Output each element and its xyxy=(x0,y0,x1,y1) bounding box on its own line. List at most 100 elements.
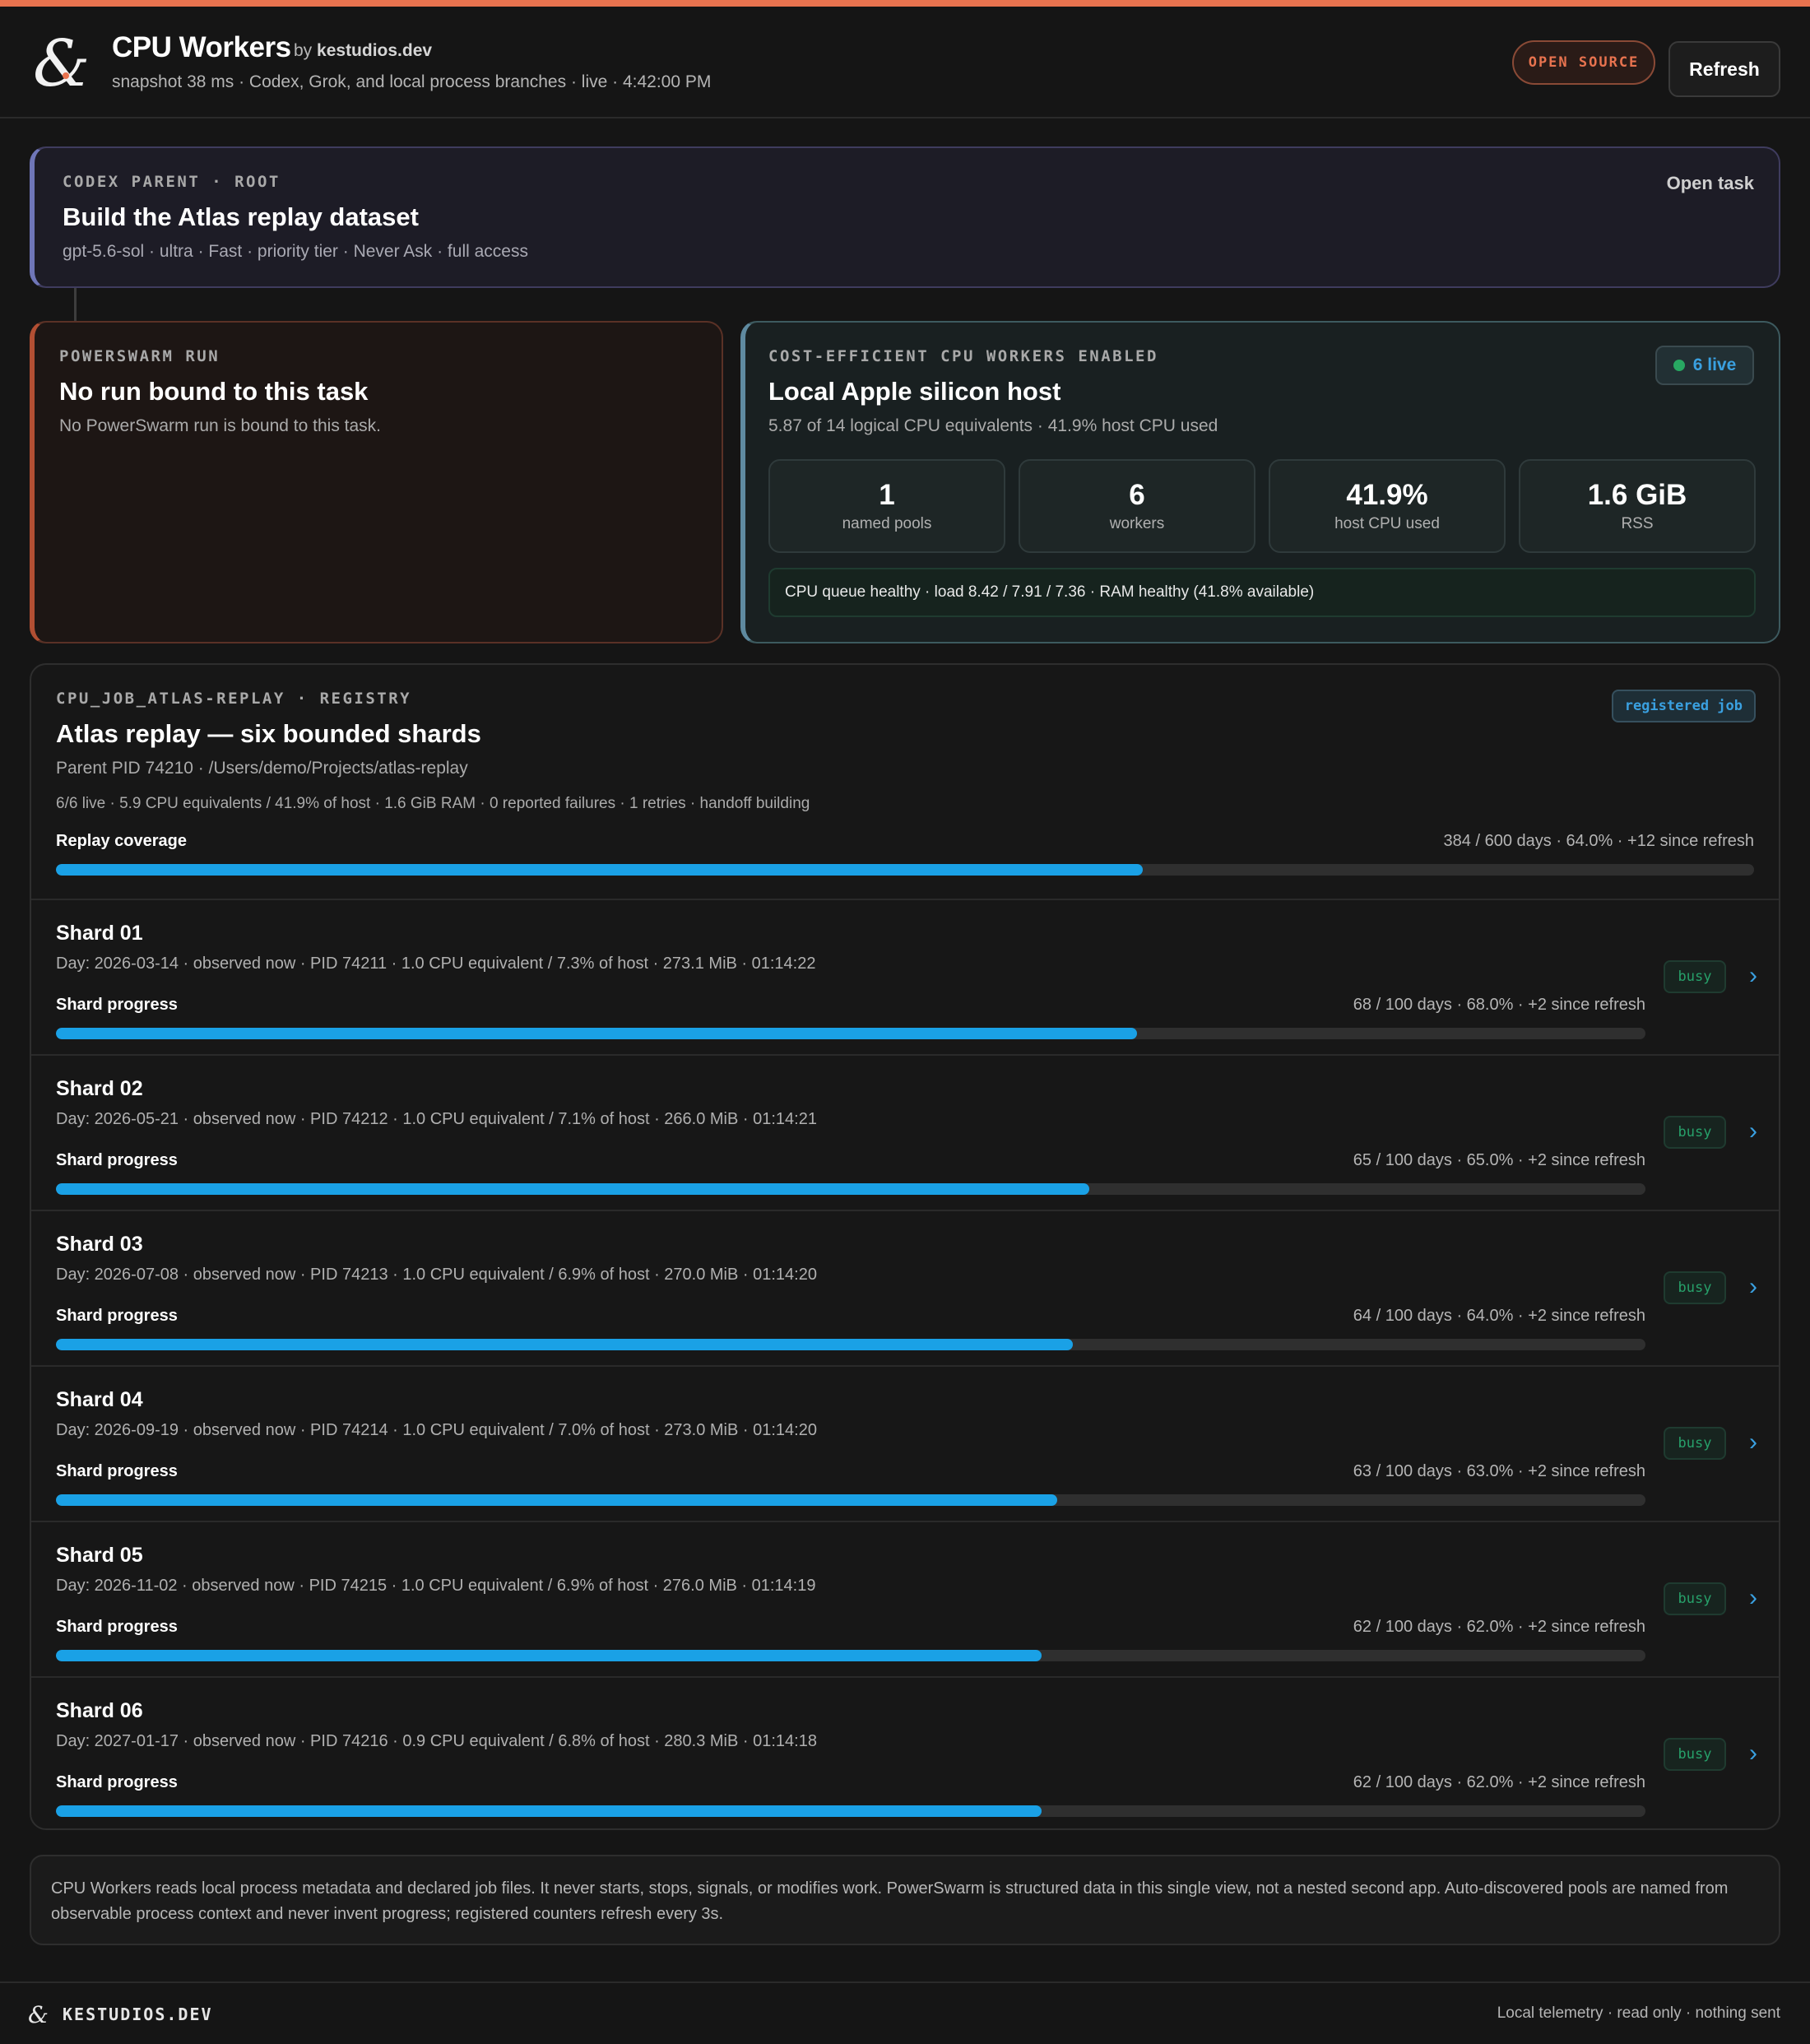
footer-brand[interactable]: KESTUDIOS.DEV xyxy=(63,2005,213,2024)
shard-row[interactable]: Shard 01 Day: 2026-03-14 · observed now ·… xyxy=(31,900,1779,1056)
refresh-button[interactable]: Refresh xyxy=(1668,41,1780,97)
shard-meta: Day: 2026-11-02 · observed now · PID 742… xyxy=(56,1577,816,1595)
app-footer: & KESTUDIOS.DEV Local telemetry · read o… xyxy=(0,1981,1810,2044)
shard-progress-label: Shard progress xyxy=(56,1462,178,1480)
stat-label: workers xyxy=(1109,515,1165,532)
shard-meta: Day: 2026-03-14 · observed now · PID 742… xyxy=(56,955,816,973)
shard-progress-bar xyxy=(56,1339,1645,1350)
cpu-host-card: COST-EFFICIENT CPU WORKERS ENABLED Local… xyxy=(740,321,1780,643)
shard-progress-text: 65 / 100 days · 65.0% · +2 since refresh xyxy=(1353,1151,1645,1169)
powerswarm-eyebrow: POWERSWARM RUN xyxy=(59,347,220,365)
app-title: CPU Workers xyxy=(112,31,291,63)
shard-row[interactable]: Shard 06 Day: 2027-01-17 · observed now ·… xyxy=(31,1678,1779,1828)
stat-label: named pools xyxy=(842,515,932,532)
ampersand-logo-icon: & xyxy=(28,2003,49,2026)
codex-parent-card: CODEX PARENT · ROOT Build the Atlas repl… xyxy=(30,146,1780,288)
shard-meta: Day: 2026-07-08 · observed now · PID 742… xyxy=(56,1266,817,1284)
stat-rss: 1.6 GiB RSS xyxy=(1519,459,1756,553)
shard-progress-fill xyxy=(56,1183,1089,1195)
svg-text:&: & xyxy=(28,2003,49,2026)
coverage-label: Replay coverage xyxy=(56,832,187,850)
open-task-link[interactable]: Open task xyxy=(1667,173,1754,194)
shard-progress-text: 62 / 100 days · 62.0% · +2 since refresh xyxy=(1353,1618,1645,1636)
shard-progress-bar xyxy=(56,1028,1645,1039)
shard-row[interactable]: Shard 05 Day: 2026-11-02 · observed now ·… xyxy=(31,1522,1779,1678)
powerswarm-meta: No PowerSwarm run is bound to this task. xyxy=(59,416,382,435)
footnote: CPU Workers reads local process metadata… xyxy=(30,1855,1780,1945)
shard-progress-label: Shard progress xyxy=(56,996,178,1014)
snapshot-status: snapshot 38 ms · Codex, Grok, and local … xyxy=(112,72,712,91)
shard-progress-label: Shard progress xyxy=(56,1773,178,1791)
chevron-right-icon[interactable]: › xyxy=(1741,1269,1766,1305)
shard-progress-fill xyxy=(56,1805,1042,1817)
shard-progress-fill xyxy=(56,1650,1042,1661)
stat-label: RSS xyxy=(1621,515,1654,532)
shard-progress-label: Shard progress xyxy=(56,1307,178,1325)
coverage-progress-bar xyxy=(56,864,1754,876)
live-status-badge: 6 live xyxy=(1655,346,1754,385)
coverage-progress-fill xyxy=(56,864,1143,876)
registry-title: Atlas replay — six bounded shards xyxy=(56,719,481,748)
stat-host-cpu: 41.9% host CPU used xyxy=(1269,459,1506,553)
registry-header: CPU_JOB_ATLAS-REPLAY · REGISTRY Atlas re… xyxy=(31,665,1779,900)
registered-job-badge: registered job xyxy=(1611,690,1756,722)
registry-card: CPU_JOB_ATLAS-REPLAY · REGISTRY Atlas re… xyxy=(30,663,1780,1830)
stat-value: 1 xyxy=(879,479,895,511)
shard-progress-fill xyxy=(56,1494,1058,1506)
shard-progress-bar xyxy=(56,1494,1645,1506)
status-badge: busy xyxy=(1664,1738,1726,1771)
shard-name: Shard 05 xyxy=(56,1544,143,1567)
powerswarm-card: POWERSWARM RUN No run bound to this task… xyxy=(30,321,723,643)
shard-progress-label: Shard progress xyxy=(56,1151,178,1169)
shard-name: Shard 06 xyxy=(56,1699,143,1722)
health-banner: CPU queue healthy · load 8.42 / 7.91 / 7… xyxy=(768,568,1756,617)
shard-meta: Day: 2027-01-17 · observed now · PID 742… xyxy=(56,1732,817,1750)
shard-progress-text: 68 / 100 days · 68.0% · +2 since refresh xyxy=(1353,996,1645,1014)
host-eyebrow: COST-EFFICIENT CPU WORKERS ENABLED xyxy=(768,347,1158,365)
open-source-badge[interactable]: OPEN SOURCE xyxy=(1512,40,1655,85)
shard-progress-text: 63 / 100 days · 63.0% · +2 since refresh xyxy=(1353,1462,1645,1480)
parent-meta: gpt-5.6-sol · ultra · Fast · priority ti… xyxy=(63,242,528,261)
chevron-right-icon[interactable]: › xyxy=(1741,1735,1766,1772)
chevron-right-icon[interactable]: › xyxy=(1741,1424,1766,1461)
shard-progress-text: 62 / 100 days · 62.0% · +2 since refresh xyxy=(1353,1773,1645,1791)
powerswarm-title: No run bound to this task xyxy=(59,377,369,406)
status-badge: busy xyxy=(1664,960,1726,993)
registry-eyebrow: CPU_JOB_ATLAS-REPLAY · REGISTRY xyxy=(56,690,412,708)
registry-meta: Parent PID 74210 · /Users/demo/Projects/… xyxy=(56,759,468,778)
stat-workers: 6 workers xyxy=(1019,459,1255,553)
shard-progress-fill xyxy=(56,1339,1074,1350)
shard-row[interactable]: Shard 04 Day: 2026-09-19 · observed now ·… xyxy=(31,1367,1779,1522)
parent-title: Build the Atlas replay dataset xyxy=(63,202,419,231)
shard-name: Shard 03 xyxy=(56,1233,143,1256)
shard-progress-text: 64 / 100 days · 64.0% · +2 since refresh xyxy=(1353,1307,1645,1325)
stat-value: 41.9% xyxy=(1346,479,1428,511)
accent-bar xyxy=(0,0,1810,7)
stat-label: host CPU used xyxy=(1334,515,1440,532)
chevron-right-icon[interactable]: › xyxy=(1741,958,1766,994)
footer-status: Local telemetry · read only · nothing se… xyxy=(1497,2005,1780,2022)
app-header: & CPU Workers by kestudios.dev snapshot … xyxy=(0,7,1810,118)
shard-meta: Day: 2026-09-19 · observed now · PID 742… xyxy=(56,1421,817,1439)
shard-progress-bar xyxy=(56,1183,1645,1195)
parent-eyebrow: CODEX PARENT · ROOT xyxy=(63,173,281,191)
shard-row[interactable]: Shard 03 Day: 2026-07-08 · observed now ·… xyxy=(31,1211,1779,1367)
shard-progress-bar xyxy=(56,1805,1645,1817)
stat-named-pools: 1 named pools xyxy=(768,459,1005,553)
host-stats: 1 named pools 6 workers 41.9% host CPU u… xyxy=(768,459,1756,553)
chevron-right-icon[interactable]: › xyxy=(1741,1580,1766,1616)
shard-name: Shard 04 xyxy=(56,1388,143,1411)
status-badge: busy xyxy=(1664,1271,1726,1304)
shard-progress-bar xyxy=(56,1650,1645,1661)
live-dot-icon xyxy=(1673,360,1685,371)
chevron-right-icon[interactable]: › xyxy=(1741,1113,1766,1150)
status-badge: busy xyxy=(1664,1427,1726,1460)
tree-connector xyxy=(74,288,77,321)
shard-name: Shard 02 xyxy=(56,1077,143,1100)
coverage-text: 384 / 600 days · 64.0% · +12 since refre… xyxy=(1443,832,1754,850)
host-title: Local Apple silicon host xyxy=(768,377,1061,406)
author-credit: by kestudios.dev xyxy=(294,41,433,60)
status-badge: busy xyxy=(1664,1582,1726,1615)
shard-row[interactable]: Shard 02 Day: 2026-05-21 · observed now ·… xyxy=(31,1056,1779,1211)
status-badge: busy xyxy=(1664,1116,1726,1149)
